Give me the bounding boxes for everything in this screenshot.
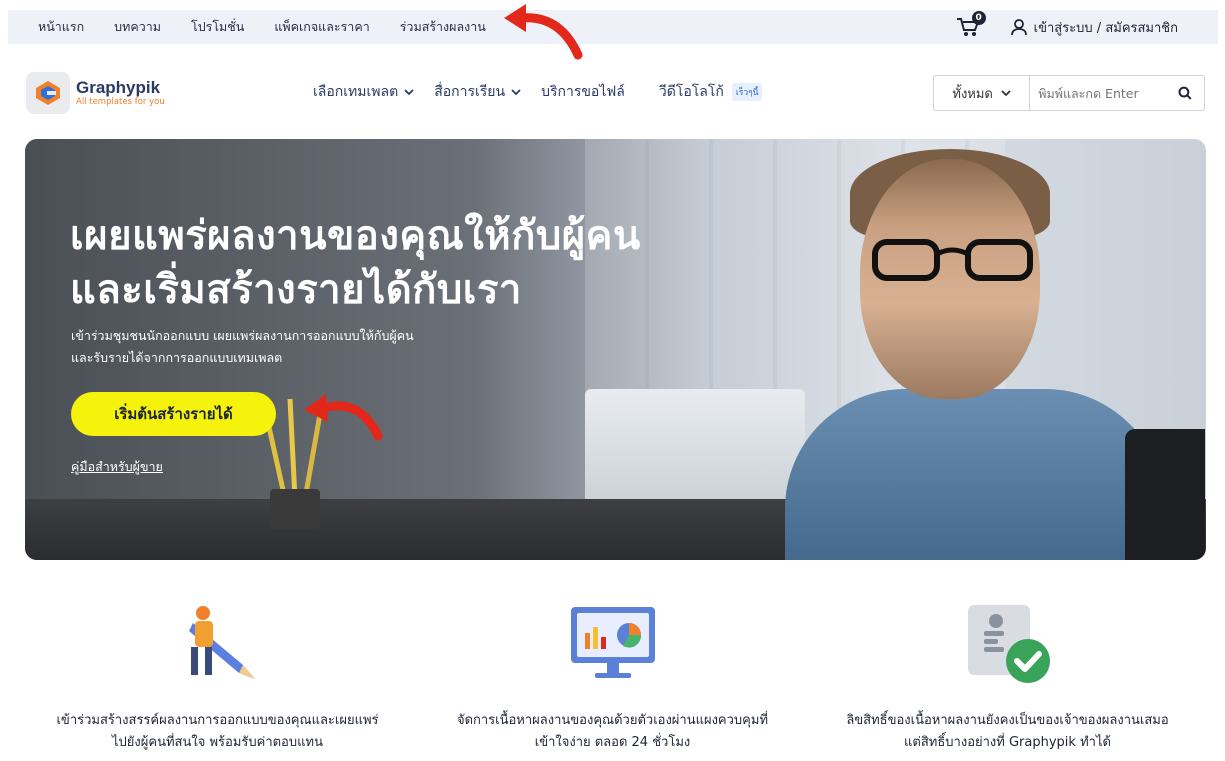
feature-text: ลิขสิทธิ์ของเนื้อหาผลงานยังคงเป็นของเจ้า…: [846, 710, 1168, 754]
hero-banner: เผยแพร่ผลงานของคุณให้กับผู้คน และเริ่มสร…: [25, 139, 1206, 560]
feature-item: ลิขสิทธิ์ของเนื้อหาผลงานยังคงเป็นของเจ้า…: [818, 598, 1198, 761]
top-nav-contribute[interactable]: ร่วมสร้างผลงาน: [400, 17, 486, 37]
logo-mark-icon: [26, 72, 70, 114]
top-nav-articles[interactable]: บทความ: [114, 17, 161, 37]
user-icon: [1010, 19, 1027, 36]
top-nav-promotions[interactable]: โปรโมชั่น: [191, 17, 244, 37]
top-nav-packages[interactable]: แพ็คเกจและราคา: [274, 17, 369, 37]
main-nav-learning-label: สื่อการเรียน: [434, 84, 506, 100]
dashboard-monitor-icon: [563, 598, 663, 688]
hero-subtitle-line-2: และรับรายได้จากการออกแบบเทมเพลต: [71, 350, 283, 365]
search-category-select[interactable]: ทั้งหมด: [934, 76, 1031, 110]
feature-text-line: จัดการเนื้อหาผลงานของคุณด้วยตัวเองผ่านแผ…: [456, 713, 769, 728]
top-bar: หน้าแรก บทความ โปรโมชั่น แพ็คเกจและราคา …: [8, 10, 1218, 44]
designer-pencil-icon: [168, 598, 268, 688]
cart-button[interactable]: 0: [956, 11, 986, 38]
annotation-arrow-icon: [304, 394, 383, 441]
coming-soon-badge: เร็วๆนี้: [731, 83, 763, 101]
feature-text-line: แต่สิทธิ์บางอย่างที่ Graphypik ทำได้: [904, 735, 1111, 750]
hero-subtitle-line-1: เข้าร่วมชุมชนนักออกแบบ เผยแพร่ผลงานการออ…: [71, 328, 414, 343]
feature-text-line: ลิขสิทธิ์ของเนื้อหาผลงานยังคงเป็นของเจ้า…: [846, 713, 1169, 728]
verified-owner-icon: [958, 598, 1058, 688]
feature-item: เข้าร่วมสร้างสรรค์ผลงานการออกแบบของคุณแล…: [28, 598, 408, 761]
main-nav: เลือกเทมเพลต สื่อการเรียน บริการขอไฟล์ ว…: [313, 81, 782, 103]
feature-text-line: ไปยังผู้คนที่สนใจ พร้อมรับค่าตอบแทน: [112, 735, 323, 750]
logo[interactable]: Graphypik All templates for you: [26, 72, 165, 114]
hero-title: เผยแพร่ผลงานของคุณให้กับผู้คน และเริ่มสร…: [70, 209, 641, 317]
chevron-down-icon: [1001, 90, 1011, 97]
search-category-label: ทั้งหมด: [952, 86, 993, 102]
hero-person-glasses: [872, 239, 1033, 281]
main-nav-templates[interactable]: เลือกเทมเพลต: [313, 81, 414, 103]
main-nav-video-logo-label: วีดีโอโลโก้: [658, 84, 724, 100]
annotation-arrow-icon: [504, 4, 583, 60]
chevron-down-icon: [404, 89, 414, 96]
chevron-down-icon: [511, 89, 521, 96]
hero-chair-image: [1125, 429, 1205, 560]
features-section: เข้าร่วมสร้างสรรค์ผลงานการออกแบบของคุณแล…: [0, 598, 1225, 761]
search-icon[interactable]: [1178, 86, 1192, 100]
main-nav-video-logo[interactable]: วีดีโอโลโก้ เร็วๆนี้: [659, 81, 763, 103]
feature-text-line: เข้าร่วมสร้างสรรค์ผลงานการออกแบบของคุณแล…: [56, 713, 379, 728]
login-link[interactable]: เข้าสู่ระบบ / สมัครสมาชิก: [1010, 17, 1178, 38]
search-bar: ทั้งหมด: [933, 75, 1205, 111]
hero-title-line-2: และเริ่มสร้างรายได้กับเรา: [70, 267, 522, 313]
hero-subtitle: เข้าร่วมชุมชนนักออกแบบ เผยแพร่ผลงานการออ…: [71, 325, 414, 369]
main-nav-file-request[interactable]: บริการขอไฟล์: [541, 81, 625, 103]
main-nav-learning[interactable]: สื่อการเรียน: [434, 81, 521, 103]
main-nav-file-request-label: บริการขอไฟล์: [541, 84, 625, 100]
brand-name: Graphypik: [76, 78, 161, 97]
feature-text: จัดการเนื้อหาผลงานของคุณด้วยตัวเองผ่านแผ…: [457, 710, 768, 754]
top-right-actions: 0 เข้าสู่ระบบ / สมัครสมาชิก: [956, 11, 1218, 38]
seller-guide-link[interactable]: คู่มือสำหรับผู้ขาย: [71, 457, 163, 477]
top-nav-home[interactable]: หน้าแรก: [38, 17, 84, 37]
feature-text: เข้าร่วมสร้างสรรค์ผลงานการออกแบบของคุณแล…: [56, 710, 378, 754]
cart-count-badge: 0: [971, 11, 986, 25]
logo-text: Graphypik All templates for you: [76, 78, 165, 108]
start-earning-button[interactable]: เริ่มต้นสร้างรายได้: [71, 392, 276, 436]
hero-person-body: [785, 389, 1165, 560]
search-input[interactable]: [1038, 85, 1179, 101]
feature-item: จัดการเนื้อหาผลงานของคุณด้วยตัวเองผ่านแผ…: [423, 598, 803, 761]
hero-title-line-1: เผยแพร่ผลงานของคุณให้กับผู้คน: [70, 213, 641, 259]
feature-text-line: เข้าใจง่าย ตลอด 24 ชั่วโมง: [534, 735, 691, 750]
main-header: Graphypik All templates for you เลือกเทม…: [0, 62, 1225, 124]
top-nav: หน้าแรก บทความ โปรโมชั่น แพ็คเกจและราคา …: [8, 17, 516, 37]
login-label: เข้าสู่ระบบ / สมัครสมาชิก: [1033, 20, 1178, 36]
main-nav-templates-label: เลือกเทมเพลต: [313, 84, 399, 100]
brand-tagline: All templates for you: [76, 97, 165, 107]
